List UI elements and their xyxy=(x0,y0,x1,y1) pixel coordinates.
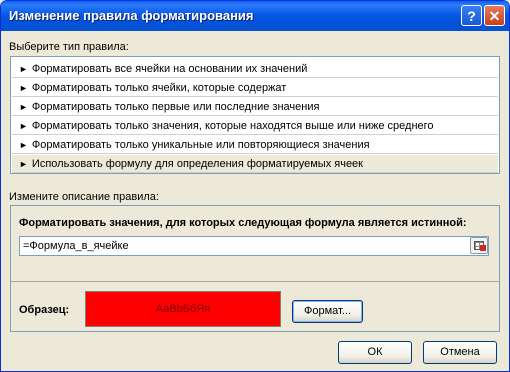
triangle-bullet-icon: ► xyxy=(19,159,28,169)
triangle-bullet-icon: ► xyxy=(19,102,28,112)
format-preview: АаВbБбЯя xyxy=(85,291,281,327)
close-button[interactable]: ✕ xyxy=(484,5,505,26)
rule-type-item-label: Форматировать только уникальные или повт… xyxy=(31,139,370,151)
formula-label: Форматировать значения, для которых след… xyxy=(19,217,467,229)
triangle-bullet-icon: ► xyxy=(19,83,28,93)
rule-type-item-label: Форматировать только значения, которые н… xyxy=(31,120,434,132)
close-icon: ✕ xyxy=(488,8,501,24)
help-button[interactable]: ? xyxy=(461,5,482,26)
range-select-button[interactable] xyxy=(470,237,488,254)
title-bar[interactable]: Изменение правила форматирования ? ✕ xyxy=(1,1,509,31)
triangle-bullet-icon: ► xyxy=(19,140,28,150)
help-icon: ? xyxy=(467,8,476,24)
rule-type-item[interactable]: ► Форматировать только уникальные или пов… xyxy=(12,136,498,154)
divider xyxy=(10,281,500,282)
cancel-button[interactable]: Отмена xyxy=(423,341,497,364)
rule-type-list[interactable]: ► Форматировать все ячейки на основании и… xyxy=(10,56,500,174)
rule-type-item[interactable]: ► Форматировать все ячейки на основании и… xyxy=(12,60,498,78)
preview-label: Образец: xyxy=(19,304,70,316)
dialog-window: Изменение правила форматирования ? ✕ Выб… xyxy=(0,0,510,372)
triangle-bullet-icon: ► xyxy=(19,64,28,74)
rule-type-item-label: Форматировать все ячейки на основании их… xyxy=(31,63,308,75)
triangle-bullet-icon: ► xyxy=(19,121,28,131)
ok-button[interactable]: ОК xyxy=(338,341,412,364)
rule-type-heading: Выберите тип правила: xyxy=(9,41,129,53)
rule-type-item-label: Форматировать только ячейки, которые сод… xyxy=(31,82,287,94)
rule-type-item[interactable]: ► Форматировать только ячейки, которые со… xyxy=(12,79,498,97)
preview-sample-text: АаВbБбЯя xyxy=(155,303,211,315)
rule-type-item[interactable]: ► Форматировать только значения, которые … xyxy=(12,117,498,135)
format-button[interactable]: Формат... xyxy=(292,300,363,323)
range-select-arrow-icon xyxy=(480,245,486,251)
rule-type-item-label: Форматировать только первые или последни… xyxy=(31,101,320,113)
formula-input[interactable]: =Формула_в_ячейке xyxy=(19,236,489,256)
rule-type-item-selected[interactable]: ► Использовать формулу для определения фо… xyxy=(12,155,498,173)
rule-type-item-label: Использовать формулу для определения фор… xyxy=(31,158,363,170)
dialog-title: Изменение правила форматирования xyxy=(9,8,254,23)
description-heading: Измените описание правила: xyxy=(9,191,159,203)
rule-type-item[interactable]: ► Форматировать только первые или последн… xyxy=(12,98,498,116)
